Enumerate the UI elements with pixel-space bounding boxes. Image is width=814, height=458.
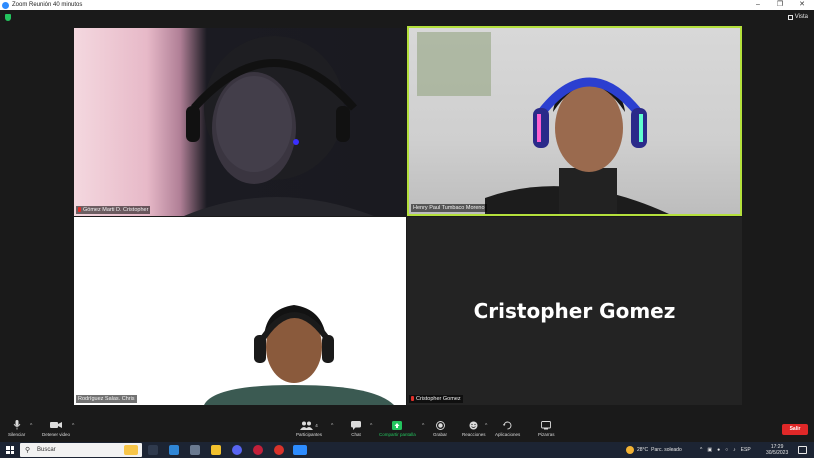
video-tile-2-active-speaker[interactable]: Henry Paul Tumbaco Moreno (407, 26, 742, 216)
reactions-button[interactable]: Reacciones (462, 420, 486, 437)
video-tile-4-video-off[interactable]: Cristopher Gomez Cristopher Gomez (407, 217, 742, 405)
participants-count: 4 (315, 422, 318, 428)
zoom-taskbar-icon[interactable] (293, 445, 307, 455)
system-tray-icons[interactable]: ^ ▣ ● ○ ♪ ESP (700, 442, 751, 458)
clock[interactable]: 17:29 30/5/2023 (766, 442, 788, 458)
notifications-icon[interactable] (798, 446, 807, 454)
video-options-chevron-icon[interactable]: ^ (72, 423, 74, 429)
participant-name: Henry Paul Tumbaco Moreno (413, 205, 485, 211)
mute-button[interactable]: Silenciar (8, 420, 25, 437)
share-screen-icon (392, 420, 403, 430)
apps-icon (503, 420, 512, 430)
apps-label: Aplicaciones (495, 432, 521, 437)
minimize-button[interactable]: – (748, 0, 768, 10)
participant-name-label: Cristopher Gomez (409, 395, 463, 403)
whiteboard-label: Pizarras (538, 432, 555, 437)
record-label: Grabar (433, 432, 448, 437)
store-app-icon[interactable] (190, 445, 200, 455)
muted-mic-icon (78, 207, 81, 213)
chat-bubble-icon (351, 420, 361, 430)
zoom-logo-icon (2, 1, 9, 9)
windows-taskbar: ⚲ Buscar 28°C Parc. soleado ^ ▣ ● ○ ♪ ES… (0, 442, 814, 458)
video-tile-3[interactable]: Rodríguez Salas. Chris (74, 217, 406, 405)
participants-icon: 4 (300, 420, 318, 430)
video-tile-1[interactable]: Gómez Marti D. Cristopher (74, 28, 406, 216)
participant-name: Rodríguez Salas. Chris (78, 396, 135, 402)
record-app-icon[interactable] (274, 445, 284, 455)
participant-name: Gómez Marti D. Cristopher (83, 207, 149, 213)
microphone-tray-icon[interactable]: ● (717, 447, 720, 453)
weather-widget[interactable]: 28°C Parc. soleado (626, 442, 682, 458)
record-icon (435, 420, 445, 430)
whiteboard-icon (541, 420, 552, 430)
participant-name-label: Henry Paul Tumbaco Moreno (411, 204, 487, 212)
video-camera-icon (50, 420, 63, 430)
participant-video (204, 305, 394, 405)
language-indicator[interactable]: ESP (741, 447, 751, 453)
participant-name: Cristopher Gomez (416, 396, 461, 402)
clock-date: 30/5/2023 (766, 450, 789, 456)
whiteboard-button[interactable]: Pizarras (538, 420, 555, 437)
stop-video-button[interactable]: Detener video (42, 420, 70, 437)
participant-display-name: Cristopher Gomez (473, 299, 676, 323)
security-shield-icon[interactable] (5, 14, 11, 21)
chat-button[interactable]: Chat (351, 420, 361, 437)
chat-options-chevron-icon[interactable]: ^ (370, 423, 372, 429)
meeting-toolbar: Silenciar ^ Detener video ^ 4 Participan… (0, 416, 814, 442)
reactions-options-chevron-icon[interactable]: ^ (485, 423, 487, 429)
search-highlight-icon (124, 445, 138, 455)
search-placeholder: Buscar (37, 447, 56, 453)
weather-sun-icon (626, 446, 634, 454)
share-screen-button[interactable]: Compartir pantalla (379, 420, 416, 437)
wifi-icon[interactable]: ○ (725, 447, 728, 453)
microphone-icon (13, 420, 21, 430)
windows-start-icon[interactable] (6, 446, 14, 454)
mute-options-chevron-icon[interactable]: ^ (30, 423, 32, 429)
task-view-icon[interactable] (148, 445, 158, 455)
file-explorer-icon[interactable] (211, 445, 221, 455)
chat-label: Chat (351, 432, 361, 437)
search-icon: ⚲ (25, 447, 31, 454)
participants-options-chevron-icon[interactable]: ^ (331, 423, 333, 429)
participants-label: Participantes (296, 432, 323, 437)
weather-condition: Parc. soleado (651, 447, 682, 453)
participant-name-label: Gómez Marti D. Cristopher (76, 206, 151, 214)
weather-temperature: 28°C (637, 447, 649, 453)
participant-video (184, 36, 374, 216)
grid-view-icon (787, 14, 793, 20)
opera-browser-icon[interactable] (253, 445, 263, 455)
zoom-window: Zoom Reunión 40 minutos – ❐ ✕ Vista Góme… (0, 0, 814, 458)
apps-button[interactable]: Aplicaciones (495, 420, 520, 437)
maximize-button[interactable]: ❐ (770, 0, 790, 10)
muted-mic-icon (411, 396, 414, 402)
video-label: Detener video (42, 432, 71, 437)
participant-video (417, 32, 669, 214)
share-options-chevron-icon[interactable]: ^ (422, 423, 424, 429)
mute-label: Silenciar (8, 432, 26, 437)
window-title: Zoom Reunión 40 minutos (12, 2, 83, 8)
mail-app-icon[interactable] (169, 445, 179, 455)
title-bar: Zoom Reunión 40 minutos – ❐ ✕ (0, 0, 814, 10)
reactions-emoji-icon (469, 420, 478, 430)
reactions-label: Reacciones (462, 432, 486, 437)
taskbar-search-box[interactable]: ⚲ Buscar (20, 443, 142, 457)
leave-button[interactable]: Salir (782, 424, 808, 435)
record-button[interactable]: Grabar (433, 420, 447, 437)
discord-app-icon[interactable] (232, 445, 242, 455)
participants-button[interactable]: 4 Participantes (296, 420, 322, 437)
view-button[interactable]: Vista (787, 14, 808, 20)
close-button[interactable]: ✕ (792, 0, 812, 10)
chevron-up-icon[interactable]: ^ (700, 447, 702, 453)
speaker-icon[interactable]: ♪ (733, 447, 736, 453)
network-icon[interactable]: ▣ (707, 447, 712, 453)
share-label: Compartir pantalla (379, 432, 416, 437)
participant-name-label: Rodríguez Salas. Chris (76, 395, 137, 403)
view-label: Vista (794, 14, 808, 20)
